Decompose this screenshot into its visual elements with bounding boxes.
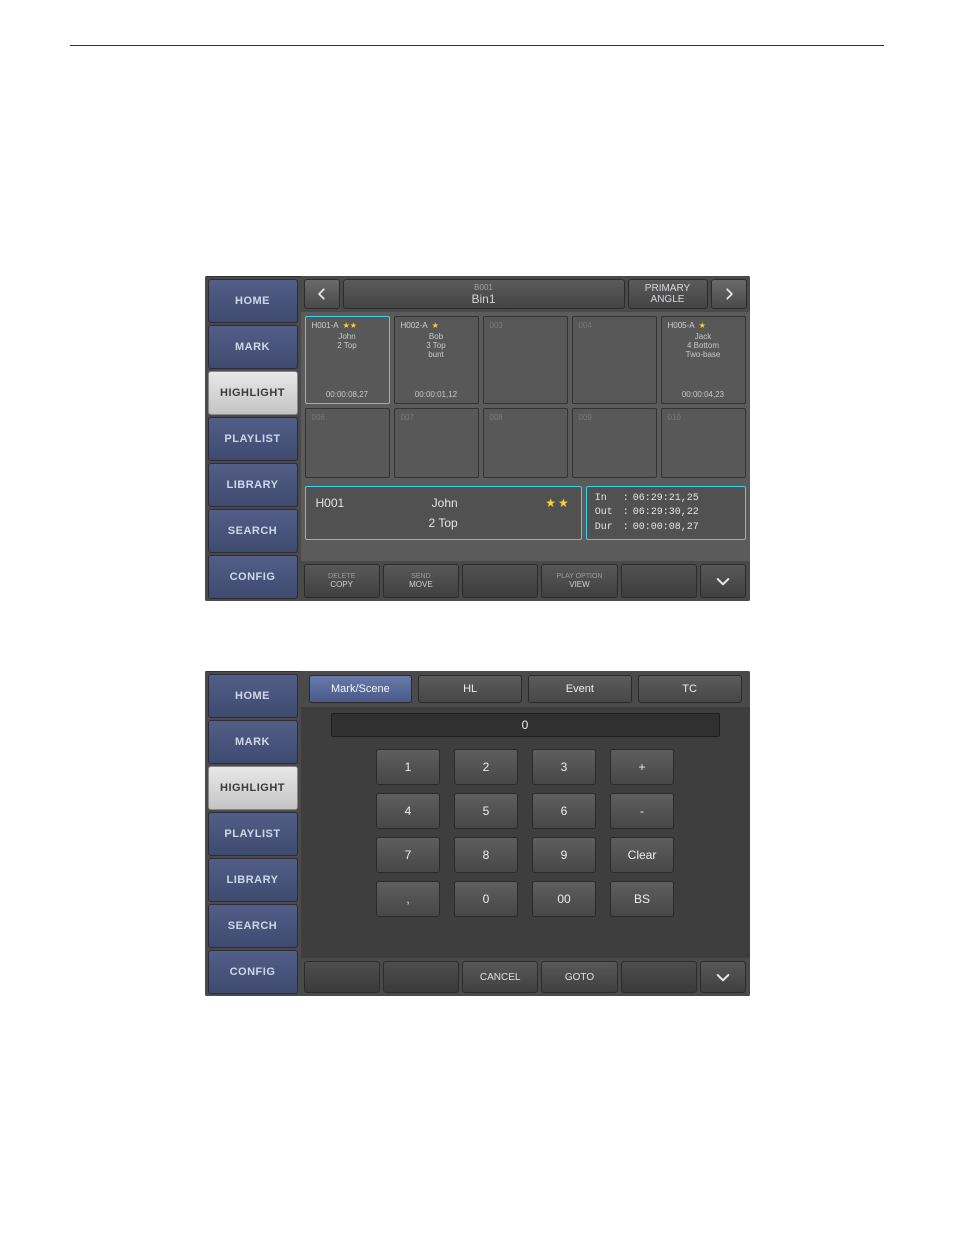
bin-header: B001 Bin1 PRIMARY ANGLE xyxy=(301,276,750,312)
footer-blank xyxy=(621,564,697,598)
clip-grid: H001-A★★John2 Top00:00:08,27H002-A★Bob3 … xyxy=(301,312,750,486)
nav-sidebar: HOMEMARKHIGHLIGHTPLAYLISTLIBRARYSEARCHCO… xyxy=(205,276,301,601)
action-footer: DELETECOPYSENDMOVE PLAY OPTIONVIEW xyxy=(301,561,750,601)
detail-stars: ★★ xyxy=(545,496,571,510)
detail-tag: 2 Top xyxy=(316,516,571,530)
nav-search[interactable]: SEARCH xyxy=(208,904,298,948)
prev-bin-button[interactable] xyxy=(304,279,340,309)
clip-slot-empty[interactable]: 010 xyxy=(661,408,746,478)
nav-library[interactable]: LIBRARY xyxy=(208,858,298,902)
page-rule xyxy=(70,45,884,46)
key-7[interactable]: 7 xyxy=(376,837,440,873)
nav-library[interactable]: LIBRARY xyxy=(208,463,298,507)
key-6[interactable]: 6 xyxy=(532,793,596,829)
clip-slot-empty[interactable]: 004 xyxy=(572,316,657,404)
clip-slot-empty[interactable]: 008 xyxy=(483,408,568,478)
clip-slot-empty[interactable]: 007 xyxy=(394,408,479,478)
keypad-footer: CANCELGOTO xyxy=(301,958,750,996)
clip-slot-empty[interactable]: 009 xyxy=(572,408,657,478)
tab-mark-scene[interactable]: Mark/Scene xyxy=(309,675,413,703)
nav-config[interactable]: CONFIG xyxy=(208,555,298,599)
nav-sidebar: HOMEMARKHIGHLIGHTPLAYLISTLIBRARYSEARCHCO… xyxy=(205,671,301,996)
key-00[interactable]: 00 xyxy=(532,881,596,917)
footer-view-button[interactable]: PLAY OPTIONVIEW xyxy=(541,564,617,598)
chevron-right-icon xyxy=(722,287,736,301)
clip-slot[interactable]: H001-A★★John2 Top00:00:08,27 xyxy=(305,316,390,404)
footer-copy-button[interactable]: DELETECOPY xyxy=(304,564,380,598)
tab-hl[interactable]: HL xyxy=(418,675,522,703)
clip-detail-left[interactable]: H001 John ★★ 2 Top xyxy=(305,486,582,540)
key-9[interactable]: 9 xyxy=(532,837,596,873)
chevron-down-icon xyxy=(715,969,731,985)
key-8[interactable]: 8 xyxy=(454,837,518,873)
chevron-down-icon xyxy=(715,573,731,589)
angle-button[interactable]: PRIMARY ANGLE xyxy=(628,279,708,309)
clip-slot-empty[interactable]: 003 xyxy=(483,316,568,404)
chevron-left-icon xyxy=(315,287,329,301)
numeric-display: 0 xyxy=(331,713,720,737)
key-2[interactable]: 2 xyxy=(454,749,518,785)
nav-search[interactable]: SEARCH xyxy=(208,509,298,553)
highlight-panel: HOMEMARKHIGHLIGHTPLAYLISTLIBRARYSEARCHCO… xyxy=(205,276,750,601)
footer-more-button[interactable] xyxy=(700,961,747,993)
key-bs[interactable]: BS xyxy=(610,881,674,917)
tab-event[interactable]: Event xyxy=(528,675,632,703)
key-4[interactable]: 4 xyxy=(376,793,440,829)
clip-detail-bar: H001 John ★★ 2 Top In:06:29:21,25 Out:06… xyxy=(301,486,750,540)
detail-out: 06:29:30,22 xyxy=(633,507,699,518)
detail-id: H001 xyxy=(316,496,345,510)
detail-name: John xyxy=(432,496,458,510)
footer-goto-button[interactable]: GOTO xyxy=(541,961,617,993)
nav-mark[interactable]: MARK xyxy=(208,325,298,369)
detail-dur: 00:00:08,27 xyxy=(633,522,699,533)
nav-home[interactable]: HOME xyxy=(208,279,298,323)
bin-id: B001 xyxy=(474,283,493,292)
footer-more-button[interactable] xyxy=(700,564,747,598)
keypad-grid: 123+456-789Clear,000BS xyxy=(331,749,720,917)
nav-mark[interactable]: MARK xyxy=(208,720,298,764)
key-plus[interactable]: + xyxy=(610,749,674,785)
tab-tc[interactable]: TC xyxy=(638,675,742,703)
clip-detail-right[interactable]: In:06:29:21,25 Out:06:29:30,22 Dur:00:00… xyxy=(586,486,746,540)
nav-config[interactable]: CONFIG xyxy=(208,950,298,994)
key-0[interactable]: 0 xyxy=(454,881,518,917)
footer-blank xyxy=(304,961,380,993)
nav-home[interactable]: HOME xyxy=(208,674,298,718)
clip-slot[interactable]: H005-A★Jack4 BottomTwo-base00:00:04,23 xyxy=(661,316,746,404)
goto-tabs: Mark/SceneHLEventTC xyxy=(301,671,750,707)
next-bin-button[interactable] xyxy=(711,279,747,309)
key-comma[interactable]: , xyxy=(376,881,440,917)
bin-name: Bin1 xyxy=(471,292,495,306)
nav-playlist[interactable]: PLAYLIST xyxy=(208,417,298,461)
key-5[interactable]: 5 xyxy=(454,793,518,829)
footer-cancel-button[interactable]: CANCEL xyxy=(462,961,538,993)
nav-highlight[interactable]: HIGHLIGHT xyxy=(208,371,298,415)
nav-highlight[interactable]: HIGHLIGHT xyxy=(208,766,298,810)
detail-in: 06:29:21,25 xyxy=(633,493,699,504)
footer-blank xyxy=(462,564,538,598)
footer-blank xyxy=(621,961,697,993)
clip-slot-empty[interactable]: 006 xyxy=(305,408,390,478)
key-3[interactable]: 3 xyxy=(532,749,596,785)
key-1[interactable]: 1 xyxy=(376,749,440,785)
key-clear[interactable]: Clear xyxy=(610,837,674,873)
footer-move-button[interactable]: SENDMOVE xyxy=(383,564,459,598)
keypad-panel: HOMEMARKHIGHLIGHTPLAYLISTLIBRARYSEARCHCO… xyxy=(205,671,750,996)
key-minus[interactable]: - xyxy=(610,793,674,829)
nav-playlist[interactable]: PLAYLIST xyxy=(208,812,298,856)
clip-slot[interactable]: H002-A★Bob3 Topbunt00:00:01,12 xyxy=(394,316,479,404)
bin-title[interactable]: B001 Bin1 xyxy=(343,279,625,309)
footer-blank xyxy=(383,961,459,993)
